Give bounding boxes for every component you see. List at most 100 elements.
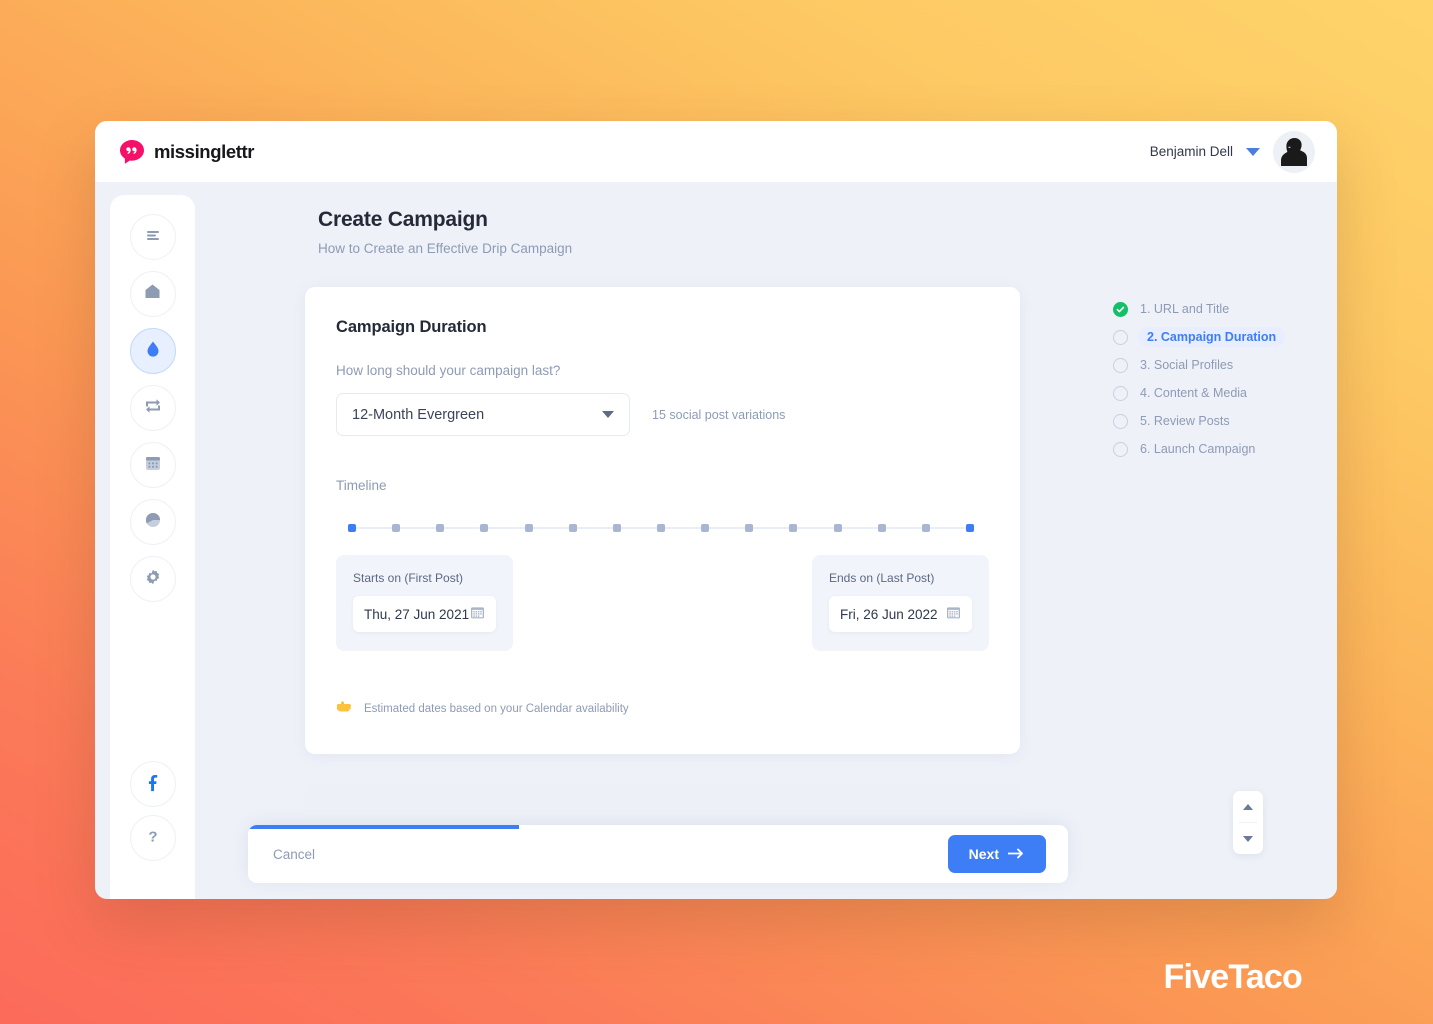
home-icon (142, 281, 163, 307)
content-row: Campaign Duration How long should your c… (195, 287, 1337, 899)
droplet-icon (143, 339, 163, 364)
timeline-marker[interactable] (568, 524, 577, 532)
repeat-icon (143, 396, 163, 421)
progress-fill (248, 825, 519, 829)
start-date-panel: Starts on (First Post) Thu, 27 Jun 2021 (336, 555, 513, 651)
step-label: 4. Content & Media (1140, 386, 1248, 400)
start-date-input[interactable]: Thu, 27 Jun 2021 (353, 596, 496, 632)
sidebar-item-help[interactable]: ? (129, 815, 176, 861)
timeline-marker[interactable] (657, 524, 665, 532)
sidebar-item-menu[interactable] (129, 214, 176, 260)
variations-count: 15 social post variations (652, 407, 786, 422)
gear-icon (143, 567, 163, 592)
step-item-2[interactable]: 2. Campaign Duration (1113, 323, 1286, 351)
step-item-4[interactable]: 4. Content & Media (1113, 379, 1285, 407)
timeline-endpoint-marker[interactable] (348, 524, 356, 532)
card-column: Campaign Duration How long should your c… (195, 287, 1020, 899)
step-circle-icon (1113, 413, 1128, 429)
avatar[interactable] (1273, 130, 1315, 173)
pointing-finger-icon (336, 699, 353, 718)
end-date-panel: Ends on (Last Post) Fri, 26 Jun 2022 (812, 555, 989, 651)
sidebar-item-home[interactable] (129, 271, 176, 317)
duration-select-row: 12-Month Evergreen 15 social post variat… (336, 393, 989, 436)
timeline-label: Timeline (336, 478, 387, 493)
campaign-duration-card: Campaign Duration How long should your c… (305, 287, 1020, 754)
sidebar-item-curate[interactable] (129, 385, 176, 431)
calendar-icon[interactable] (946, 605, 961, 623)
sidebar-item-calendar[interactable] (129, 442, 176, 488)
page-header: Create Campaign How to Create an Effecti… (195, 208, 1337, 256)
page-title: Create Campaign (318, 208, 488, 231)
caret-down-icon (1243, 835, 1253, 842)
step-item-5[interactable]: 5. Review Posts (1113, 407, 1285, 435)
date-panels-row: Starts on (First Post) Thu, 27 Jun 2021 (336, 555, 989, 651)
top-bar: missinglettr Benjamin Dell (95, 121, 1337, 182)
step-label: 6. Launch Campaign (1140, 442, 1256, 456)
page-subtitle: How to Create an Effective Drip Campaign (318, 241, 573, 256)
cancel-button[interactable]: Cancel (273, 847, 315, 862)
next-button-label: Next (968, 846, 999, 862)
svg-text:?: ? (148, 828, 157, 845)
chevron-down-icon[interactable] (1246, 147, 1260, 156)
arrow-right-icon (1007, 846, 1025, 862)
timeline-marker[interactable] (612, 524, 621, 532)
step-label: 1. URL and Title (1140, 302, 1230, 316)
brand-logo[interactable]: missinglettr (119, 139, 254, 165)
duration-question-label: How long should your campaign last? (336, 363, 561, 378)
facebook-icon (143, 772, 163, 797)
timeline-marker[interactable] (392, 524, 401, 532)
timeline-marker[interactable] (877, 524, 886, 532)
timeline-marker[interactable] (701, 524, 710, 532)
user-name: Benjamin Dell (1149, 144, 1233, 159)
sidebar-bottom-group: ? (129, 761, 176, 899)
start-date-value: Thu, 27 Jun 2021 (364, 606, 470, 622)
step-item-6[interactable]: 6. Launch Campaign (1113, 435, 1285, 463)
question-mark-icon: ? (143, 826, 163, 851)
timeline-track-container (348, 521, 974, 535)
watermark: FiveTaco (1163, 958, 1303, 996)
menu-icon (143, 225, 163, 250)
step-label: 5. Review Posts (1140, 414, 1230, 428)
end-date-input[interactable]: Fri, 26 Jun 2022 (829, 596, 972, 632)
duration-select[interactable]: 12-Month Evergreen (336, 393, 630, 436)
timeline-marker[interactable] (436, 524, 445, 532)
duration-select-value: 12-Month Evergreen (352, 406, 485, 423)
step-circle-icon (1113, 357, 1128, 373)
chevron-down-icon[interactable] (602, 411, 614, 418)
sidebar-item-drip-campaigns[interactable] (129, 328, 176, 374)
timeline-marker[interactable] (745, 524, 754, 532)
timeline-marker[interactable] (789, 524, 798, 532)
step-circle-icon (1113, 329, 1128, 345)
sidebar-item-analytics[interactable] (129, 499, 176, 545)
step-label: 3. Social Profiles (1140, 358, 1234, 372)
timeline-marker[interactable] (921, 524, 930, 532)
timeline-marker[interactable] (480, 524, 489, 532)
app-window: missinglettr Benjamin Dell ? Create Camp… (95, 121, 1337, 899)
start-date-label: Starts on (First Post) (353, 571, 464, 585)
card-title: Campaign Duration (336, 318, 487, 336)
timeline-marker[interactable] (524, 524, 533, 532)
step-circle-icon (1113, 441, 1128, 457)
step-circle-icon (1113, 385, 1128, 401)
progress-track (248, 825, 1068, 829)
quote-bubble-icon (119, 139, 145, 165)
sidebar-item-settings[interactable] (129, 556, 176, 602)
sidebar-item-facebook[interactable] (129, 761, 176, 807)
timeline-marker[interactable] (833, 524, 842, 532)
next-button[interactable]: Next (947, 835, 1046, 873)
step-label: 2. Campaign Duration (1138, 327, 1286, 347)
app-body: ? Create Campaign How to Create an Effec… (95, 182, 1337, 899)
step-item-3[interactable]: 3. Social Profiles (1113, 351, 1285, 379)
brand-name: missinglettr (154, 140, 255, 162)
user-menu[interactable]: Benjamin Dell (1149, 130, 1315, 173)
estimated-dates-hint: Estimated dates based on your Calendar a… (336, 699, 989, 718)
hint-text: Estimated dates based on your Calendar a… (364, 702, 629, 715)
scroll-up-button[interactable] (1233, 791, 1263, 822)
scroll-down-button[interactable] (1233, 823, 1263, 854)
scroll-stepper[interactable] (1233, 791, 1263, 854)
main-content: Create Campaign How to Create an Effecti… (195, 182, 1337, 899)
timeline-endpoint-marker[interactable] (966, 524, 974, 532)
step-item-1[interactable]: 1. URL and Title (1113, 295, 1285, 323)
step-complete-check-icon (1113, 301, 1128, 317)
calendar-icon[interactable] (470, 605, 485, 623)
